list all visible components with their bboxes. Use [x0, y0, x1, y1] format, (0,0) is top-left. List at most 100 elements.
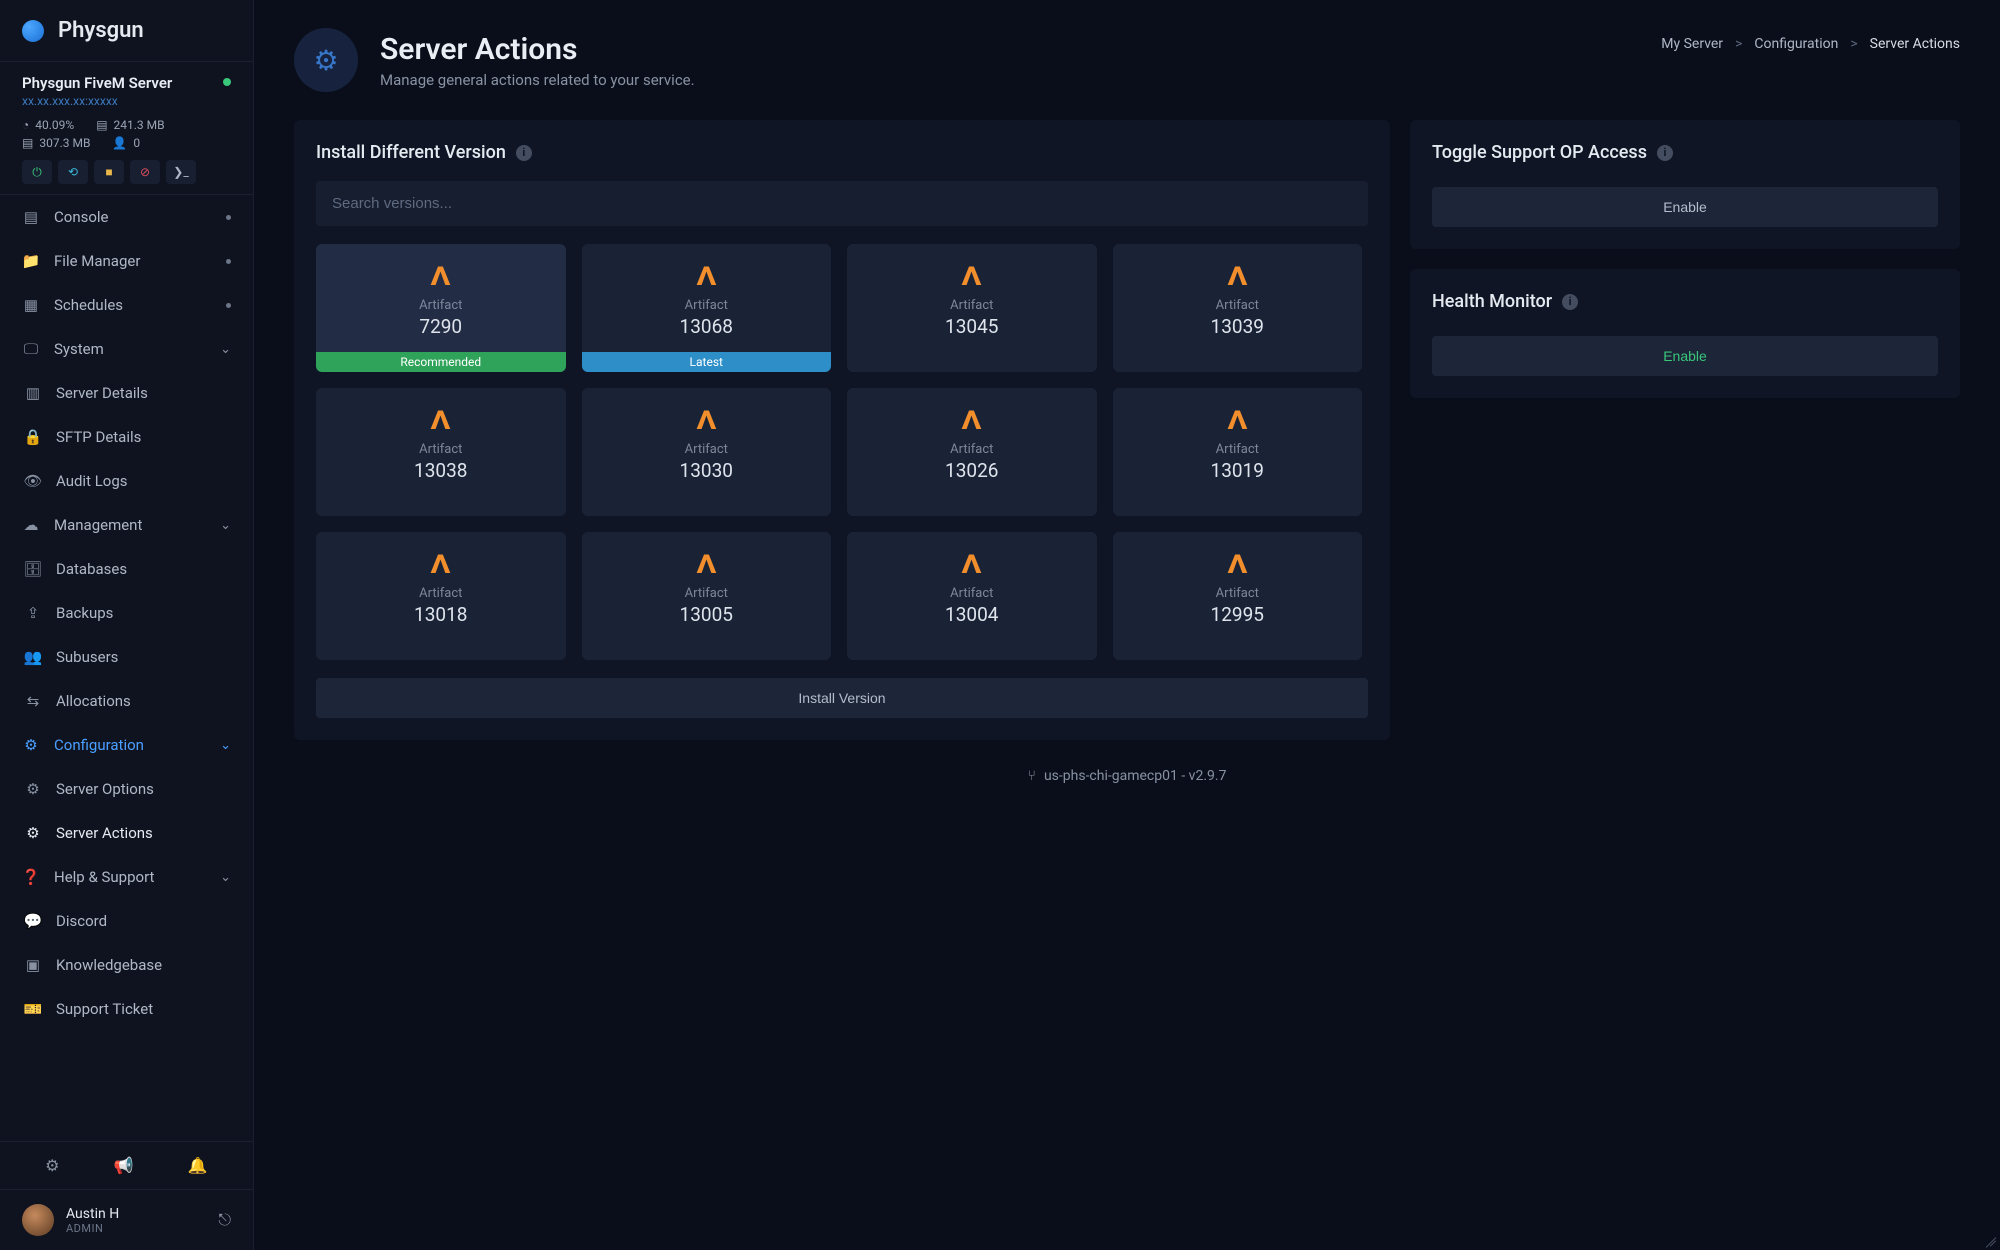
start-button[interactable]: ⏻: [22, 160, 52, 184]
backup-icon: ⇪: [24, 604, 42, 622]
breadcrumb: My Server > Configuration > Server Actio…: [1661, 36, 1960, 52]
nav-server-details[interactable]: ▥Server Details: [0, 371, 253, 415]
database-icon: 🗄: [24, 560, 42, 578]
announce-icon[interactable]: 📢: [114, 1156, 134, 1175]
page-header: ⚙ Server Actions Manage general actions …: [294, 28, 1960, 92]
nav-help-support[interactable]: ❓Help & Support⌄: [0, 855, 253, 899]
artifact-label: Artifact: [419, 298, 462, 313]
nav-file-manager[interactable]: 📁File Manager: [0, 239, 253, 283]
stop-button[interactable]: ■: [94, 160, 124, 184]
support-access-panel: Toggle Support OP Access i Enable: [1410, 120, 1960, 249]
artifact-label: Artifact: [685, 442, 728, 457]
cpu-stat: ◔40.09%: [22, 118, 74, 132]
avatar[interactable]: [22, 1204, 54, 1236]
nav-system[interactable]: 🖵System⌄: [0, 327, 253, 371]
version-number: 13018: [414, 603, 467, 626]
logout-icon[interactable]: ⎋: [218, 1210, 231, 1230]
user-icon: 👤: [112, 136, 127, 150]
nav-databases[interactable]: 🗄Databases: [0, 547, 253, 591]
breadcrumb-item[interactable]: Configuration: [1754, 36, 1838, 52]
version-number: 12995: [1211, 603, 1264, 626]
version-card[interactable]: Λ Artifact 13045: [847, 244, 1097, 372]
server-name: Physgun FiveM Server: [22, 74, 231, 92]
artifact-icon: Λ: [696, 406, 716, 436]
chevron-down-icon: ⌄: [220, 518, 231, 533]
search-versions-input[interactable]: [316, 181, 1368, 226]
version-card[interactable]: Λ Artifact 13019: [1113, 388, 1363, 516]
chevron-down-icon: ⌄: [220, 738, 231, 753]
artifact-icon: Λ: [962, 550, 982, 580]
info-icon[interactable]: i: [516, 145, 532, 161]
panel-title: Install Different Version i: [316, 142, 1368, 163]
breadcrumb-item[interactable]: My Server: [1661, 36, 1723, 52]
dot-icon: [226, 303, 231, 308]
version-card[interactable]: Λ Artifact 12995: [1113, 532, 1363, 660]
version-number: 13039: [1211, 315, 1264, 338]
enable-support-button[interactable]: Enable: [1432, 187, 1938, 227]
book-icon: ▣: [24, 956, 42, 974]
version-card[interactable]: Λ Artifact 13004: [847, 532, 1097, 660]
version-card[interactable]: Λ Artifact 13005: [582, 532, 832, 660]
version-card[interactable]: Λ Artifact 13039: [1113, 244, 1363, 372]
gears-icon: ⚙: [24, 824, 42, 842]
nav-schedules[interactable]: ▦Schedules: [0, 283, 253, 327]
nav-sftp-details[interactable]: 🔒SFTP Details: [0, 415, 253, 459]
nav-subusers[interactable]: 👥Subusers: [0, 635, 253, 679]
nav-configuration[interactable]: ⚙Configuration⌄: [0, 723, 253, 767]
artifact-label: Artifact: [1216, 442, 1259, 457]
nav-allocations[interactable]: ⇆Allocations: [0, 679, 253, 723]
nav-backups[interactable]: ⇪Backups: [0, 591, 253, 635]
install-version-button[interactable]: Install Version: [316, 678, 1368, 718]
version-number: 13026: [945, 459, 998, 482]
gear-icon: ⚙: [24, 780, 42, 798]
bell-icon[interactable]: 🔔: [188, 1156, 208, 1175]
artifact-label: Artifact: [1216, 586, 1259, 601]
server-ip: xx.xx.xxx.xx:xxxxx: [22, 94, 231, 108]
sidebar-footer: ⚙ 📢 🔔 Austin H ADMIN ⎋: [0, 1141, 253, 1250]
help-icon: ❓: [22, 868, 40, 886]
artifact-icon: Λ: [696, 262, 716, 292]
nav-support-ticket[interactable]: 🎫Support Ticket: [0, 987, 253, 1031]
version-card[interactable]: Λ Artifact 13030: [582, 388, 832, 516]
artifact-icon: Λ: [1227, 550, 1247, 580]
settings-icon[interactable]: ⚙: [45, 1156, 59, 1175]
info-icon[interactable]: i: [1657, 145, 1673, 161]
nav-console[interactable]: ▤Console: [0, 195, 253, 239]
nav-knowledgebase[interactable]: ▣Knowledgebase: [0, 943, 253, 987]
version-card[interactable]: Λ Artifact 7290 Recommended: [316, 244, 566, 372]
version-card[interactable]: Λ Artifact 13068 Latest: [582, 244, 832, 372]
version-card[interactable]: Λ Artifact 13038: [316, 388, 566, 516]
nav-server-actions[interactable]: ⚙Server Actions: [0, 811, 253, 855]
panel-title: Toggle Support OP Access i: [1432, 142, 1938, 163]
brand-name: Physgun: [58, 18, 144, 43]
artifact-icon: Λ: [1227, 262, 1247, 292]
artifact-icon: Λ: [431, 550, 451, 580]
dot-icon: [226, 259, 231, 264]
nav-discord[interactable]: 💬Discord: [0, 899, 253, 943]
nav-server-options[interactable]: ⚙Server Options: [0, 767, 253, 811]
artifact-icon: Λ: [962, 262, 982, 292]
version-number: 13068: [680, 315, 733, 338]
terminal-button[interactable]: ❯_: [166, 160, 196, 184]
user-name: Austin H: [66, 1206, 206, 1222]
branch-icon: ⑂: [1028, 768, 1036, 784]
kill-button[interactable]: ⊘: [130, 160, 160, 184]
enable-health-button[interactable]: Enable: [1432, 336, 1938, 376]
info-icon[interactable]: i: [1562, 294, 1578, 310]
version-card[interactable]: Λ Artifact 13018: [316, 532, 566, 660]
page-title: Server Actions: [380, 32, 695, 67]
artifact-icon: Λ: [696, 550, 716, 580]
folder-icon: 📁: [22, 252, 40, 270]
nav-audit-logs[interactable]: 👁Audit Logs: [0, 459, 253, 503]
logo-row[interactable]: Physgun: [0, 0, 253, 62]
disk-stat: ▤307.3 MB: [22, 136, 90, 150]
restart-button[interactable]: ⟲: [58, 160, 88, 184]
artifact-label: Artifact: [950, 298, 993, 313]
artifact-label: Artifact: [419, 442, 462, 457]
artifact-label: Artifact: [685, 586, 728, 601]
resize-handle-icon[interactable]: [1982, 1232, 1996, 1246]
artifact-icon: Λ: [962, 406, 982, 436]
nav-management[interactable]: ☁Management⌄: [0, 503, 253, 547]
version-card[interactable]: Λ Artifact 13026: [847, 388, 1097, 516]
chevron-right-icon: >: [1850, 36, 1857, 52]
